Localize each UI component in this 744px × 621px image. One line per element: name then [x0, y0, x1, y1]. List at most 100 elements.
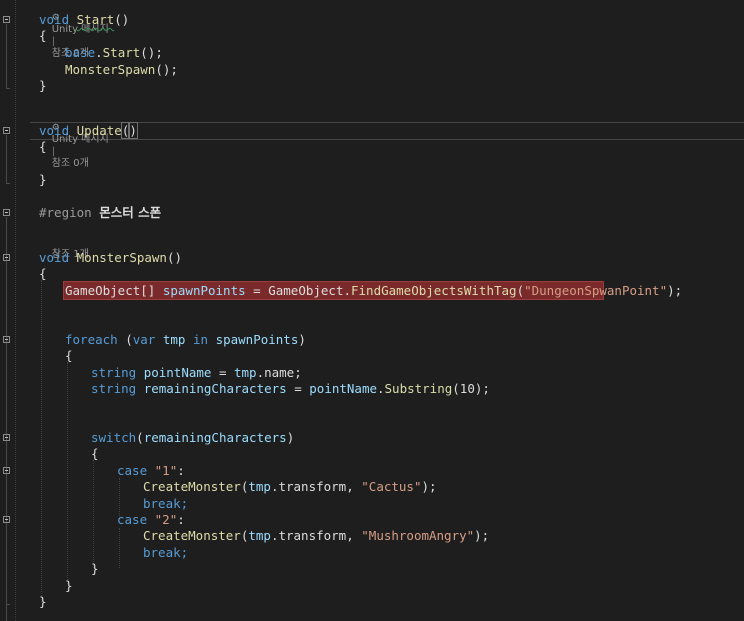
region-directive: #region [39, 205, 92, 220]
punctuation: ) [286, 430, 295, 445]
code-line[interactable]: { [91, 445, 99, 462]
collapse-switch-icon[interactable] [3, 434, 10, 441]
keyword: base [65, 45, 96, 60]
indent-guide [15, 0, 17, 621]
string-literal: "Cactus" [361, 479, 422, 494]
brace: { [39, 266, 47, 281]
punctuation: () [114, 12, 130, 27]
code-line[interactable]: case "2": [117, 511, 185, 528]
type-name[interactable]: GameObject [65, 283, 140, 298]
code-line[interactable]: void MonsterSpawn() [39, 249, 182, 266]
punctuation: [] [140, 283, 163, 298]
method-call[interactable]: FindGameObjectsWithTag [351, 283, 517, 298]
variable[interactable]: tmp [234, 365, 257, 380]
code-line[interactable]: } [91, 560, 99, 577]
code-line[interactable]: { [39, 27, 47, 44]
collapse-monsterspawn-icon[interactable] [3, 254, 10, 261]
code-line[interactable]: break; [143, 495, 188, 512]
method-call[interactable]: CreateMonster [143, 479, 241, 494]
codelens-update[interactable]: ⚙ Unity 메시지 | 참조 0개 [39, 110, 109, 182]
string-literal: "MushroomAngry" [361, 528, 475, 543]
method-call[interactable]: CreateMonster [143, 528, 241, 543]
code-text: (10); [452, 381, 490, 396]
code-line-error[interactable]: GameObject[] spawnPoints = GameObject.Fi… [65, 282, 682, 299]
code-line[interactable]: string pointName = tmp.name; [91, 364, 302, 381]
fold-line [6, 135, 7, 183]
codelens-divider: | [51, 146, 56, 157]
indent-guide [119, 528, 121, 568]
variable[interactable]: remainingCharacters [144, 430, 287, 445]
keyword: break; [143, 545, 189, 560]
code-text: .name; [256, 365, 302, 380]
variable[interactable]: spawnPoints [216, 332, 299, 347]
method-call[interactable]: Substring [385, 381, 453, 396]
punctuation: () [166, 250, 183, 265]
collapse-case1-icon[interactable] [3, 467, 10, 474]
collapse-start-icon[interactable] [3, 16, 10, 23]
fold-line [6, 217, 7, 621]
punctuation: : [177, 512, 185, 527]
keyword: var [132, 332, 156, 347]
keyword: case [117, 512, 148, 527]
keyword: string [91, 381, 137, 396]
punctuation: . [377, 381, 385, 396]
keyword: foreach [65, 332, 118, 347]
code-line[interactable]: { [65, 347, 73, 364]
variable[interactable]: tmp [248, 479, 271, 494]
variable[interactable]: pointName [144, 365, 212, 380]
code-editor[interactable]: ⚙ Unity 메시지 | 참조 0개 void Start() { base.… [0, 0, 744, 621]
variable[interactable]: remainingCharacters [144, 381, 287, 396]
code-line[interactable]: CreateMonster(tmp.transform, "Cactus"); [143, 478, 437, 495]
text-caret [136, 123, 138, 137]
collapse-case2-icon[interactable] [3, 516, 10, 523]
code-line[interactable]: { [39, 265, 47, 282]
code-line[interactable]: string remainingCharacters = pointName.S… [91, 380, 490, 397]
keyword: void [39, 250, 70, 265]
string-literal: "DungeonSpwanPoint" [524, 283, 668, 298]
collapse-region-icon[interactable] [3, 209, 10, 216]
keyword: void [39, 12, 70, 27]
collapse-foreach-icon[interactable] [3, 336, 10, 343]
code-line[interactable]: base.Start(); [65, 44, 163, 61]
keyword: break; [143, 496, 189, 511]
brace: } [91, 561, 99, 576]
keyword: in [192, 332, 209, 347]
code-line[interactable]: void Start() [39, 11, 129, 28]
variable[interactable]: tmp [248, 528, 271, 543]
code-line[interactable]: #region 몬스터 스폰 [39, 204, 161, 221]
codelens-references[interactable]: 참조 0개 [52, 158, 89, 169]
code-line[interactable]: } [39, 77, 47, 94]
code-line[interactable]: CreateMonster(tmp.transform, "MushroomAn… [143, 527, 489, 544]
paren: ) [128, 122, 138, 139]
punctuation: ); [421, 479, 437, 494]
code-line[interactable]: } [39, 171, 47, 188]
method-call[interactable]: MonsterSpawn [65, 62, 155, 77]
code-line[interactable]: void Update() [39, 122, 138, 139]
variable[interactable]: pointName [309, 381, 377, 396]
brace: } [39, 594, 47, 609]
brace: { [65, 348, 73, 363]
brace: } [39, 78, 47, 93]
code-line[interactable]: } [39, 593, 47, 610]
collapse-update-icon[interactable] [3, 127, 10, 134]
string-literal: "2" [154, 512, 178, 527]
punctuation: (); [155, 62, 178, 77]
code-line[interactable]: case "1": [117, 462, 185, 479]
code-line[interactable]: switch(remainingCharacters) [91, 429, 294, 446]
variable[interactable]: tmp [163, 332, 186, 347]
code-line[interactable]: foreach (var tmp in spawnPoints) [65, 331, 306, 348]
code-line[interactable]: } [65, 577, 73, 594]
method-name[interactable]: Start [77, 12, 115, 27]
method-name[interactable]: Update [77, 123, 122, 138]
code-text: = GameObject. [245, 283, 351, 298]
method-call[interactable]: Start [103, 45, 141, 60]
variable[interactable]: spawnPoints [163, 283, 246, 298]
punctuation: . [95, 45, 103, 60]
method-name[interactable]: MonsterSpawn [77, 250, 167, 265]
fold-line [6, 24, 7, 88]
code-line[interactable]: { [39, 138, 47, 155]
code-line[interactable]: MonsterSpawn(); [65, 61, 178, 78]
brace: { [39, 139, 47, 154]
code-line[interactable]: break; [143, 544, 188, 561]
punctuation: (); [140, 45, 163, 60]
